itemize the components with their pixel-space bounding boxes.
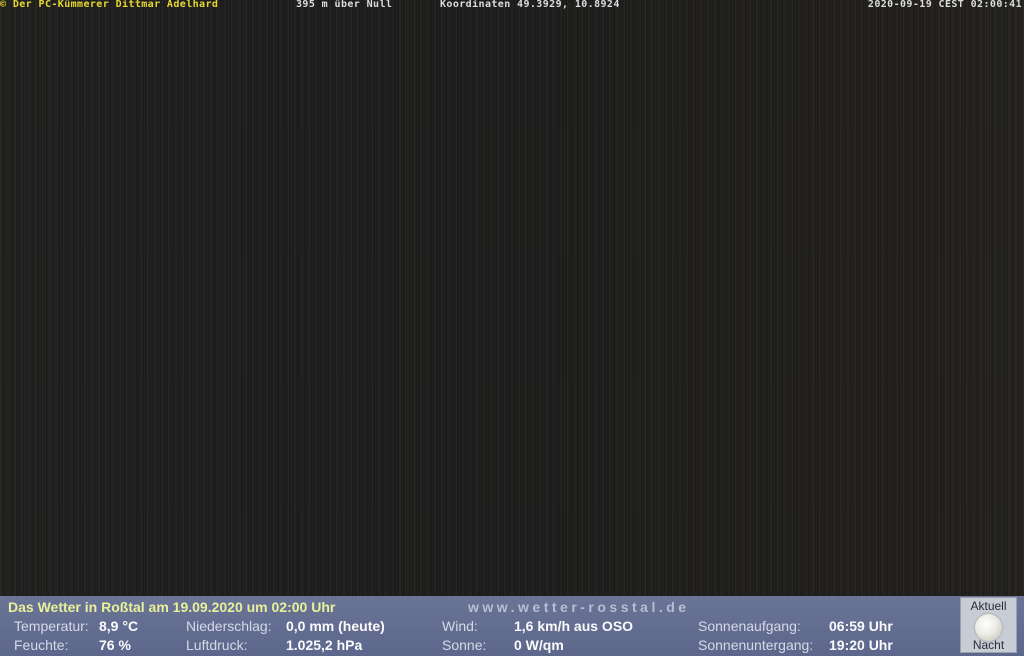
website-link[interactable]: www.wetter-rosstal.de (468, 599, 690, 615)
humidity-label: Feuchte: (14, 637, 69, 653)
weather-title: Das Wetter in Roßtal am 19.09.2020 um 02… (8, 599, 336, 615)
pressure-label: Luftdruck: (186, 637, 248, 653)
precipitation-value: 0,0 mm (heute) (286, 618, 385, 634)
copyright-text: © Der PC-Kümmerer Dittmar Adelhard (0, 0, 219, 10)
webcam-frame: © Der PC-Kümmerer Dittmar Adelhard 395 m… (0, 0, 1024, 656)
moon-night-label: Nacht (972, 638, 1005, 652)
precipitation-label: Niederschlag: (186, 618, 272, 634)
sunset-label: Sonnenuntergang: (698, 637, 814, 653)
sunrise-label: Sonnenaufgang: (698, 618, 801, 634)
night-camera-image (0, 0, 1024, 596)
weather-panel: Das Wetter in Roßtal am 19.09.2020 um 02… (0, 596, 1024, 656)
wind-label: Wind: (442, 618, 478, 634)
sunset-value: 19:20 Uhr (829, 637, 893, 653)
coordinates-text: Koordinaten 49.3929, 10.8924 (440, 0, 620, 10)
temperature-value: 8,9 °C (99, 618, 139, 634)
moon-phase-box: Aktuell Nacht (960, 597, 1017, 653)
temperature-label: Temperatur: (14, 618, 89, 634)
caption-overlay: © Der PC-Kümmerer Dittmar Adelhard 395 m… (0, 0, 1024, 11)
moon-current-label: Aktuell (970, 599, 1007, 613)
sun-label: Sonne: (442, 637, 487, 653)
humidity-value: 76 % (99, 637, 131, 653)
pressure-value: 1.025,2 hPa (286, 637, 363, 653)
sun-value: 0 W/qm (514, 637, 564, 653)
wind-value: 1,6 km/h aus OSO (514, 618, 634, 634)
sunrise-value: 06:59 Uhr (829, 618, 893, 634)
moon-icon (975, 614, 1002, 641)
timestamp-text: 2020-09-19 CEST 02:00:41 (867, 0, 1022, 10)
altitude-text: 395 m über Null (296, 0, 393, 10)
